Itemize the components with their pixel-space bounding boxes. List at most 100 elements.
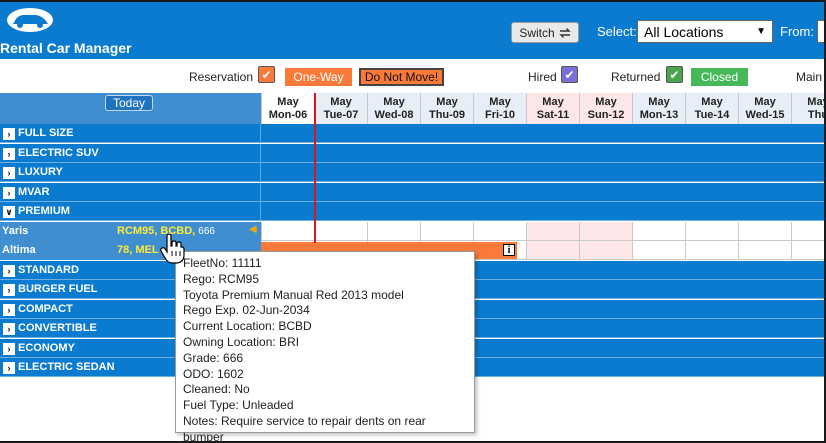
- from-date-input[interactable]: [817, 20, 824, 43]
- do-not-move-tag: Do Not Move!: [359, 68, 444, 86]
- legend-reservation-label: Reservation: [189, 70, 254, 84]
- day-header-month: May: [648, 96, 670, 108]
- schedule-cell[interactable]: [420, 221, 473, 241]
- category-label: BURGER FUEL: [18, 283, 98, 295]
- day-header-date: Wed-08: [374, 109, 414, 121]
- day-header-month: May: [383, 96, 405, 108]
- category-label: PREMIUM: [18, 205, 70, 217]
- location-select[interactable]: All Locations ▼: [637, 20, 773, 43]
- category-row[interactable]: › MVAR: [0, 182, 824, 202]
- chevron-right-icon[interactable]: ›: [3, 303, 15, 316]
- tooltip-line: ODO: 1602: [183, 366, 244, 381]
- check-icon: ✔: [669, 67, 680, 82]
- schedule-cell[interactable]: [579, 221, 632, 241]
- today-marker-line: [314, 93, 316, 243]
- one-way-tag: One-Way: [285, 68, 352, 86]
- vehicle-name-cell[interactable]: Yaris RCM95, BCBD, 666 ◀: [0, 221, 261, 241]
- chevron-right-icon[interactable]: ›: [3, 128, 15, 140]
- category-row[interactable]: › FULL SIZE: [0, 124, 824, 143]
- schedule-cell[interactable]: [526, 221, 579, 241]
- day-header: MayThu: [791, 93, 824, 124]
- category-label: ELECTRIC SEDAN: [18, 361, 115, 373]
- chevron-right-icon[interactable]: ›: [3, 342, 15, 355]
- tooltip-line: Fuel Type: Unleaded: [183, 398, 294, 413]
- hired-checkbox[interactable]: ✔: [561, 66, 578, 83]
- category-divider: [260, 143, 261, 163]
- car-logo-icon: [7, 8, 53, 32]
- schedule-cell[interactable]: [632, 221, 685, 241]
- day-header-month: May: [542, 96, 564, 108]
- day-header-month: May: [277, 96, 299, 108]
- day-header-month: May: [330, 96, 352, 108]
- vehicle-info-tooltip: FleetNo: 11111 Rego: RCM95 Toyota Premium …: [175, 251, 475, 441]
- schedule-cell[interactable]: [261, 221, 314, 241]
- chevron-right-icon[interactable]: ›: [3, 284, 15, 296]
- tooltip-line: Cleaned: No: [183, 382, 250, 397]
- schedule-cell[interactable]: [738, 241, 791, 260]
- schedule-cell[interactable]: [738, 221, 791, 241]
- chevron-right-icon[interactable]: ›: [3, 147, 15, 160]
- reservation-checkbox[interactable]: ✔: [258, 66, 275, 83]
- schedule-cell[interactable]: [685, 241, 738, 260]
- day-header-month: May: [754, 96, 776, 108]
- category-label: LUXURY: [18, 166, 63, 178]
- category-label: ECONOMY: [18, 341, 75, 354]
- returned-checkbox[interactable]: ✔: [666, 66, 683, 83]
- status-legend: Reservation ✔ One-Way Do Not Move! Hired…: [0, 59, 824, 93]
- category-label: FULL SIZE: [18, 127, 74, 139]
- category-divider: [260, 182, 261, 202]
- chevron-right-icon[interactable]: ›: [3, 323, 15, 335]
- tooltip-line: Rego: RCM95: [183, 271, 260, 286]
- legend-returned-label: Returned: [611, 70, 661, 84]
- category-divider: [260, 124, 261, 143]
- chevron-down-icon[interactable]: ∨: [3, 206, 15, 218]
- schedule-cell[interactable]: [791, 221, 824, 241]
- today-button[interactable]: Today: [105, 95, 153, 111]
- day-header-date: Thu: [807, 109, 824, 121]
- switch-button[interactable]: Switch: [511, 22, 579, 43]
- vehicle-grade: 666: [198, 225, 215, 237]
- schedule-cell[interactable]: [632, 241, 685, 260]
- vehicle-rego-text: 78, MEL: [117, 244, 159, 256]
- check-icon: ✔: [564, 67, 575, 82]
- select-label: Select:: [597, 24, 637, 39]
- chevron-right-icon[interactable]: ›: [3, 167, 15, 179]
- category-label: STANDARD: [18, 263, 79, 276]
- category-label: CONVERTIBLE: [18, 322, 97, 334]
- vehicle-model: Altima: [2, 244, 36, 256]
- day-header-date: Sat-11: [536, 109, 570, 121]
- day-header: May Tue-07: [314, 93, 367, 124]
- switch-button-label: Switch: [519, 25, 555, 40]
- category-label: MVAR: [18, 185, 50, 198]
- vehicle-rego[interactable]: 78, MEL: [117, 244, 159, 256]
- app-frame: Rental Car Manager Switch Select: All Lo…: [0, 0, 826, 443]
- day-header-date: Mon-06: [268, 109, 308, 121]
- app-header: Rental Car Manager Switch Select: All Lo…: [0, 2, 824, 59]
- category-row[interactable]: ∨ PREMIUM: [0, 202, 824, 221]
- schedule-cell[interactable]: [473, 221, 526, 241]
- vehicle-row: Yaris RCM95, BCBD, 666 ◀: [0, 221, 824, 241]
- schedule-cell[interactable]: [367, 221, 420, 241]
- day-header: May Mon-13: [632, 93, 685, 124]
- day-header-date: Tue-07: [323, 109, 359, 121]
- chevron-down-icon: ▼: [756, 26, 766, 37]
- category-divider: [260, 202, 261, 221]
- schedule-cell[interactable]: [526, 241, 579, 260]
- category-label: COMPACT: [18, 302, 73, 315]
- chevron-right-icon[interactable]: ›: [3, 186, 15, 199]
- day-header: May Tue-14: [685, 93, 738, 124]
- tooltip-line: Rego Exp. 02-Jun-2034: [183, 303, 310, 318]
- category-row[interactable]: › LUXURY: [0, 163, 824, 182]
- category-row[interactable]: › ELECTRIC SUV: [0, 143, 824, 163]
- day-header-month: May: [701, 96, 723, 108]
- info-icon[interactable]: i: [503, 244, 515, 256]
- schedule-cell[interactable]: [791, 241, 824, 260]
- schedule-cell[interactable]: [685, 221, 738, 241]
- chevron-right-icon[interactable]: ›: [3, 264, 15, 277]
- schedule-cell[interactable]: [314, 221, 367, 241]
- chevron-right-icon[interactable]: ›: [3, 362, 15, 374]
- day-header: May Fri-10: [473, 93, 526, 124]
- day-header-date: Mon-13: [639, 109, 679, 121]
- today-header-cell: Today: [0, 93, 261, 124]
- schedule-cell[interactable]: [579, 241, 632, 260]
